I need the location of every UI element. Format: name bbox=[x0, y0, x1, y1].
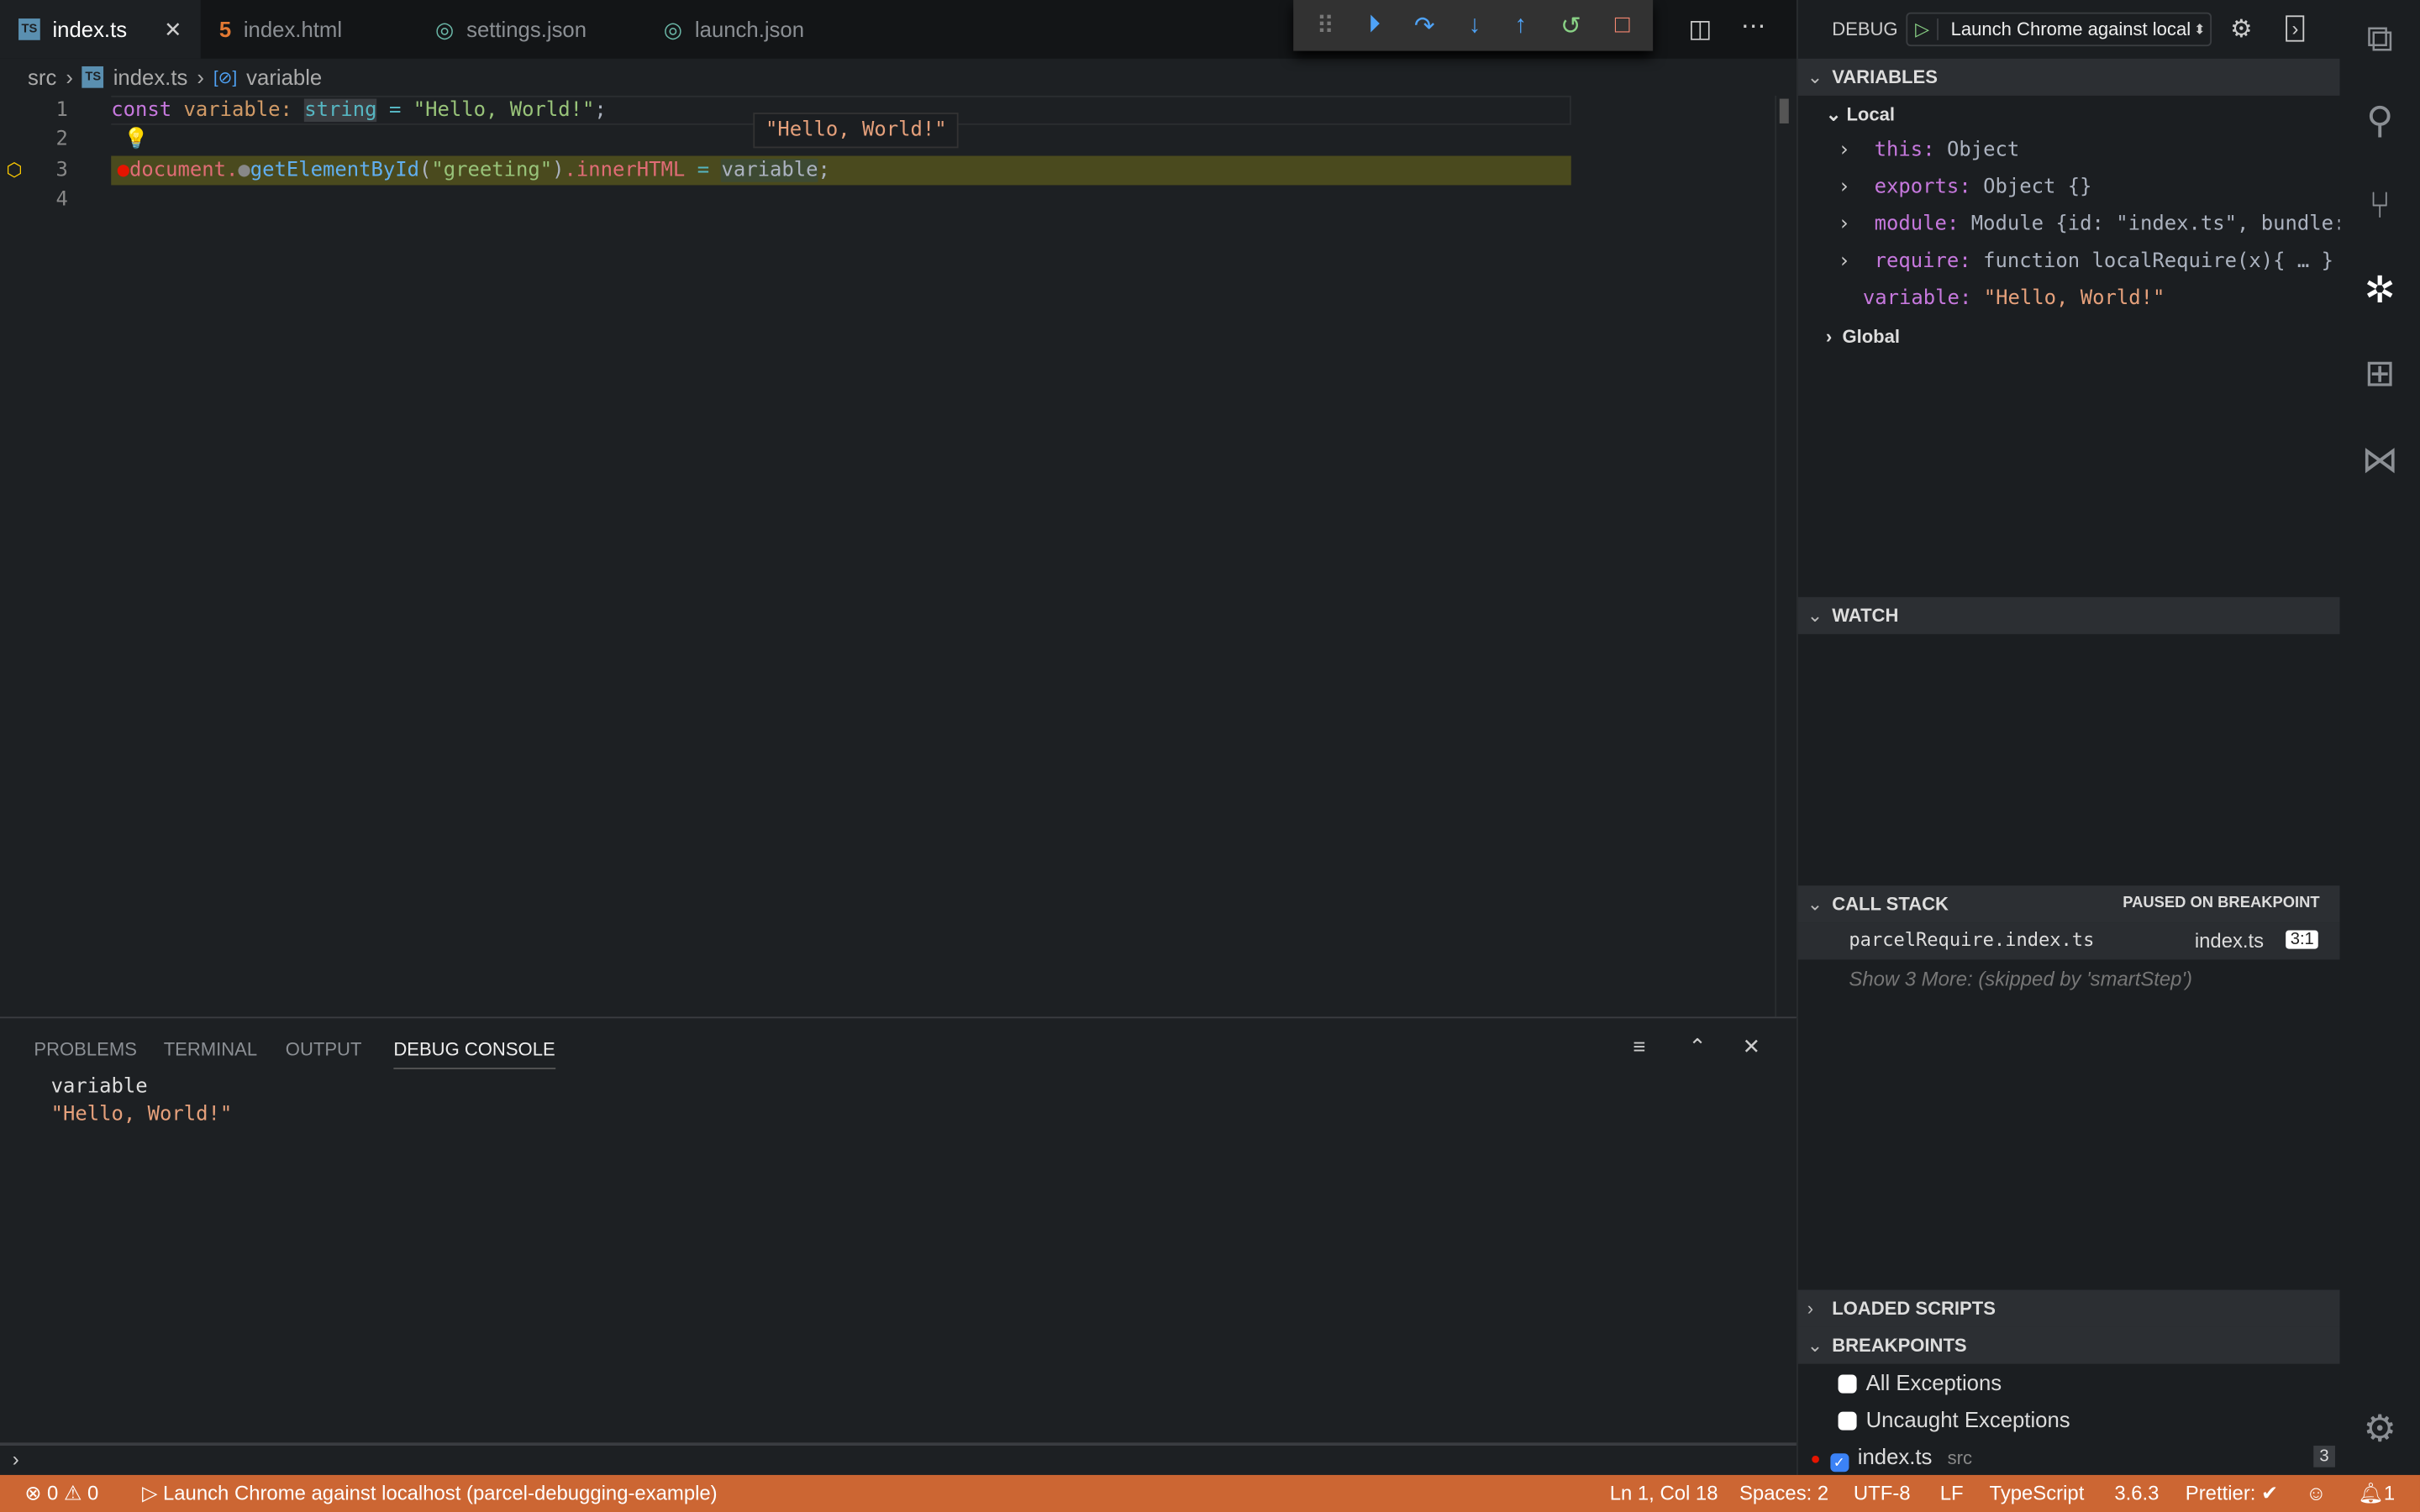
encoding[interactable]: UTF-8 bbox=[1854, 1475, 1911, 1512]
start-debugging-icon[interactable]: ▷ bbox=[1907, 18, 1939, 40]
gear-icon[interactable]: ⚙ bbox=[2339, 1407, 2420, 1452]
json-icon: ◎ bbox=[663, 16, 683, 41]
source-control-icon[interactable]: ⑂ bbox=[2339, 185, 2420, 228]
maximize-panel-icon[interactable]: ⌃ bbox=[1688, 1034, 1707, 1060]
console-input-echo: variable bbox=[50, 1075, 148, 1099]
breadcrumb-file[interactable]: index.ts bbox=[113, 65, 188, 89]
launch-status[interactable]: ▷ Launch Chrome against localhost (parce… bbox=[142, 1475, 718, 1512]
split-editor-icon[interactable]: ◫ bbox=[1688, 14, 1712, 45]
callstack-header[interactable]: ⌄ CALL STACK PAUSED ON BREAKPOINT bbox=[1797, 885, 2342, 923]
typescript-version[interactable]: 3.6.3 bbox=[2114, 1475, 2159, 1512]
breakpoint-icon[interactable]: ● bbox=[118, 159, 129, 182]
more-actions-icon[interactable]: ⋯ bbox=[1741, 11, 1765, 42]
inline-breakpoint-icon[interactable]: ● bbox=[238, 159, 250, 182]
checkbox[interactable] bbox=[1838, 1374, 1857, 1394]
close-icon[interactable]: ✕ bbox=[164, 16, 182, 42]
loaded-scripts-header[interactable]: › LOADED SCRIPTS bbox=[1797, 1289, 2342, 1327]
stop-icon[interactable]: □ bbox=[1615, 12, 1630, 39]
chevron-right-icon: › bbox=[66, 65, 73, 90]
variables-header[interactable]: ⌄ VARIABLES bbox=[1797, 58, 2342, 96]
tab-settings-json[interactable]: ◎ settings.json bbox=[417, 0, 645, 59]
watch-header[interactable]: ⌄ WATCH bbox=[1797, 596, 2342, 634]
drag-handle-icon[interactable]: ⠿ bbox=[1317, 10, 1335, 41]
scope-global[interactable]: › Global bbox=[1826, 318, 1900, 354]
show-more-frames[interactable]: Show 3 More: (skipped by 'smartStep') bbox=[1849, 968, 2192, 991]
variable-row[interactable]: › exports: Object {} bbox=[1839, 170, 2092, 207]
debug-toolbar: ⠿ ⏵ ↷ ↓ ↑ ↺ □ bbox=[1293, 0, 1654, 51]
tab-index-html[interactable]: 5 index.html bbox=[201, 0, 417, 59]
select-arrows-icon: ⬍ bbox=[2193, 20, 2206, 37]
breakpoint-all-exceptions[interactable]: All Exceptions bbox=[1838, 1364, 2002, 1401]
console-output: "Hello, World!" bbox=[50, 1103, 233, 1126]
variable-row[interactable]: › this: Object bbox=[1839, 133, 2020, 170]
lightbulb-icon[interactable]: 💡 bbox=[124, 125, 149, 155]
breadcrumb-symbol[interactable]: variable bbox=[246, 65, 322, 89]
hover-tooltip: "Hello, World!" bbox=[753, 113, 960, 149]
chevron-right-icon: › bbox=[197, 65, 204, 90]
breakpoint-icon: ● bbox=[1810, 1450, 1821, 1469]
notifications-bell-icon[interactable]: 🔔︎1 bbox=[2359, 1475, 2396, 1512]
editor[interactable]: 1 const variable: string = "Hello, World!… bbox=[0, 95, 1789, 1017]
tab-launch-json[interactable]: ◎ launch.json bbox=[645, 0, 861, 59]
debug-sidebar: DEBUG ▷ Launch Chrome against local ⬍ ⚙ › … bbox=[1796, 0, 2394, 1478]
debug-console-icon[interactable]: › bbox=[2286, 15, 2305, 42]
status-bar: ⊗ 0 ⚠ 0 ▷ Launch Chrome against localhos… bbox=[0, 1474, 2420, 1512]
feedback-smiley-icon[interactable]: ☺ bbox=[2306, 1475, 2326, 1512]
breadcrumb-folder[interactable]: src bbox=[28, 65, 56, 89]
launch-config-select[interactable]: ▷ Launch Chrome against local ⬍ bbox=[1906, 12, 2212, 47]
paused-status: PAUSED ON BREAKPOINT bbox=[2123, 895, 2320, 912]
tab-debug-console[interactable]: DEBUG CONSOLE bbox=[393, 1038, 555, 1069]
callstack-frame[interactable]: parcelRequire.index.ts index.ts 3:1 bbox=[1797, 922, 2342, 960]
restart-icon[interactable]: ↺ bbox=[1560, 10, 1581, 41]
variable-icon: [⊘] bbox=[213, 68, 238, 87]
explorer-icon[interactable]: ⧉ bbox=[2339, 18, 2420, 61]
breakpoint-uncaught-exceptions[interactable]: Uncaught Exceptions bbox=[1838, 1401, 2070, 1438]
search-icon[interactable]: ⚲ bbox=[2339, 99, 2420, 144]
sidebar-title: DEBUG bbox=[1832, 18, 1898, 40]
breakpoint-index-ts[interactable]: ● ✓ index.ts src 3 bbox=[1810, 1438, 2335, 1478]
typescript-icon: TS bbox=[18, 18, 40, 40]
console-prompt-icon[interactable]: › bbox=[13, 1447, 19, 1471]
debug-stackframe-icon: ⬡ bbox=[6, 159, 23, 181]
checkbox[interactable] bbox=[1838, 1411, 1857, 1431]
code-line-3: 3 ⬡ ●document.●getElementById("greeting").… bbox=[0, 156, 1571, 186]
line-ending[interactable]: LF bbox=[1940, 1475, 1964, 1512]
variable-row[interactable]: › module: Module {id: "index.ts", bundle… bbox=[1839, 207, 2394, 244]
variable-row[interactable]: variable: "Hello, World!" bbox=[1863, 281, 2165, 318]
language-mode[interactable]: TypeScript bbox=[1990, 1475, 2085, 1512]
indentation[interactable]: Spaces: 2 bbox=[1739, 1475, 1828, 1512]
debug-icon[interactable]: ✲ bbox=[2339, 269, 2420, 313]
tab-output[interactable]: OUTPUT bbox=[286, 1038, 362, 1060]
checkbox-checked[interactable]: ✓ bbox=[1829, 1453, 1849, 1473]
breakpoints-header[interactable]: ⌄ BREAKPOINTS bbox=[1797, 1326, 2342, 1364]
live-share-icon[interactable]: ⋈ bbox=[2339, 438, 2420, 483]
variable-row[interactable]: › require: function localRequire(x){ … } bbox=[1839, 244, 2333, 281]
tab-index-ts[interactable]: TS index.ts ✕ bbox=[0, 0, 201, 59]
html5-icon: 5 bbox=[218, 17, 232, 42]
cursor-position[interactable]: Ln 1, Col 18 bbox=[1610, 1475, 1718, 1512]
activity-bar: ⧉ ⚲ ⑂ ✲ ⊞ ⋈ ⚙ bbox=[2339, 0, 2420, 1475]
step-over-icon[interactable]: ↷ bbox=[1414, 10, 1435, 41]
breadcrumb: src › TS index.ts › [⊘] variable bbox=[0, 59, 322, 96]
typescript-icon: TS bbox=[82, 66, 104, 88]
divider bbox=[0, 1442, 1797, 1446]
bottom-panel: PROBLEMS TERMINAL OUTPUT DEBUG CONSOLE ≡… bbox=[0, 1016, 1797, 1475]
clear-console-icon[interactable]: ≡ bbox=[1633, 1034, 1645, 1058]
scrollbar-thumb[interactable] bbox=[1779, 98, 1789, 123]
step-into-icon[interactable]: ↓ bbox=[1469, 12, 1481, 39]
line-badge: 3:1 bbox=[2286, 930, 2319, 949]
scrollbar-track[interactable] bbox=[1775, 95, 1777, 1017]
extensions-icon[interactable]: ⊞ bbox=[2339, 352, 2420, 396]
continue-icon[interactable]: ⏵ bbox=[1368, 12, 1381, 39]
gear-icon[interactable]: ⚙ bbox=[2230, 14, 2252, 45]
tab-problems[interactable]: PROBLEMS bbox=[34, 1038, 136, 1060]
prettier-status[interactable]: Prettier: ✔ bbox=[2186, 1475, 2278, 1512]
code-line-4: 4 bbox=[55, 188, 68, 212]
close-panel-icon[interactable]: ✕ bbox=[1743, 1034, 1761, 1060]
tab-terminal[interactable]: TERMINAL bbox=[164, 1038, 257, 1060]
scope-local[interactable]: ⌄ Local bbox=[1826, 96, 1895, 133]
problems-indicator[interactable]: ⊗ 0 ⚠ 0 bbox=[24, 1475, 98, 1512]
step-out-icon[interactable]: ↑ bbox=[1514, 12, 1527, 39]
json-icon: ◎ bbox=[434, 16, 455, 41]
